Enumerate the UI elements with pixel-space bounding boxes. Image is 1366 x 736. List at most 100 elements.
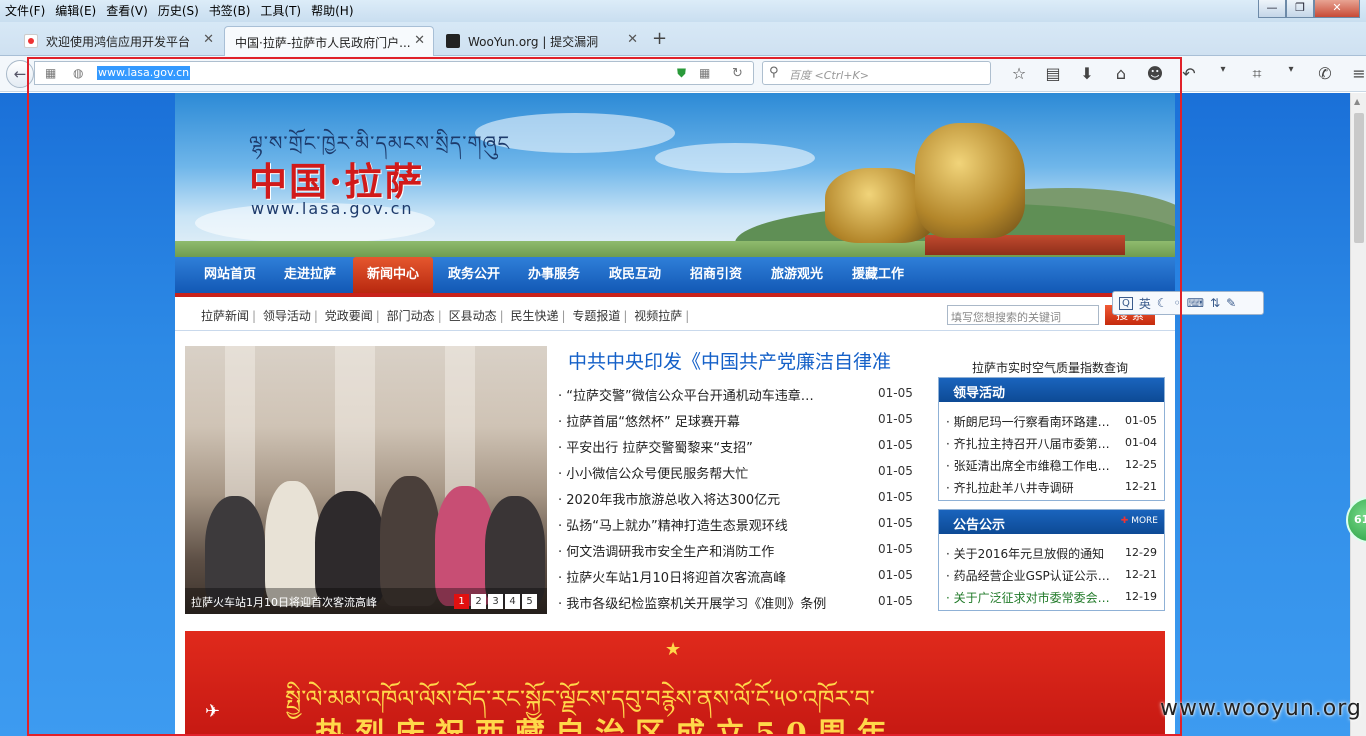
news-item[interactable]: 拉萨首届“悠然杯” 足球赛开幕01-05 bbox=[558, 407, 918, 433]
leader-item[interactable]: 齐扎拉赴羊八井寺调研12-21 bbox=[939, 474, 1164, 496]
sub-nav-links: 拉萨新闻 | 领导活动 | 党政要闻 | 部门动态 | 区县动态 | 民生快递 | 专题报道… bbox=[201, 309, 690, 323]
subnav-video[interactable]: 视频拉萨 bbox=[634, 309, 682, 323]
nav-home[interactable]: 网站首页 bbox=[195, 257, 265, 293]
speech-icon[interactable]: ✆ bbox=[1308, 64, 1342, 84]
leader-item[interactable]: 斯朗尼玛一行察看南环路建…01-05 bbox=[939, 408, 1164, 430]
tab-wooyun[interactable]: WooYun.org | 提交漏洞 ✕ bbox=[436, 26, 646, 56]
bird-icon: ✈ bbox=[205, 701, 221, 722]
search-icon: ⚲ bbox=[769, 65, 779, 80]
slider-page-2[interactable]: 2 bbox=[471, 594, 486, 609]
scrollbar-thumb[interactable] bbox=[1354, 113, 1364, 243]
subnav-party-news[interactable]: 党政要闻 bbox=[325, 309, 373, 323]
menu-history[interactable]: 历史(S) bbox=[153, 0, 204, 20]
nav-gov-affairs[interactable]: 政务公开 bbox=[439, 257, 509, 293]
nav-interaction[interactable]: 政民互动 bbox=[600, 257, 670, 293]
subnav-livelihood[interactable]: 民生快递 bbox=[510, 309, 558, 323]
qr-code-icon[interactable]: ▦ bbox=[699, 66, 710, 80]
slider-page-5[interactable]: 5 bbox=[522, 594, 537, 609]
news-photo-slider[interactable]: 拉萨火车站1月10日将迎首次客流高峰 1 2 3 4 5 bbox=[185, 346, 547, 614]
news-item[interactable]: 拉萨火车站1月10日将迎首次客流高峰01-05 bbox=[558, 563, 918, 589]
dropdown-icon[interactable]: ▾ bbox=[1274, 64, 1308, 84]
subnav-leaders[interactable]: 领导活动 bbox=[263, 309, 311, 323]
news-item[interactable]: 弘扬“马上就办”精神打造生态景观环线01-05 bbox=[558, 511, 918, 537]
ime-language-toggle[interactable]: 英 bbox=[1139, 295, 1151, 312]
bookmark-star-icon[interactable]: ☆ bbox=[1002, 64, 1036, 84]
nav-services[interactable]: 办事服务 bbox=[519, 257, 589, 293]
dropdown-icon[interactable]: ▾ bbox=[1206, 64, 1240, 84]
menu-edit[interactable]: 编辑(E) bbox=[50, 0, 101, 20]
leader-item[interactable]: 张延清出席全市维稳工作电…12-25 bbox=[939, 452, 1164, 474]
tab-hongxin[interactable]: 欢迎使用鸿信应用开发平台 ✕ bbox=[14, 26, 222, 56]
reading-list-icon[interactable]: ▤ bbox=[1036, 64, 1070, 84]
tab-lasa[interactable]: 中国·拉萨-拉萨市人民政府门户... ✕ bbox=[224, 26, 434, 56]
vertical-scrollbar[interactable]: ▲ bbox=[1350, 93, 1366, 736]
air-quality-link[interactable]: 拉萨市实时空气质量指数查询 bbox=[972, 359, 1128, 376]
site-logo-name[interactable]: 中国·拉萨 bbox=[249, 151, 424, 206]
news-item[interactable]: 2020年我市旅游总收入将达300亿元01-05 bbox=[558, 485, 918, 511]
news-item[interactable]: 小小微信公众号便民服务帮大忙01-05 bbox=[558, 459, 918, 485]
news-item[interactable]: 我市各级纪检监察机关开展学习《准则》条例01-05 bbox=[558, 589, 918, 615]
slider-page-1[interactable]: 1 bbox=[454, 594, 469, 609]
subnav-lasa-news[interactable]: 拉萨新闻 bbox=[201, 309, 249, 323]
subnav-departments[interactable]: 部门动态 bbox=[387, 309, 435, 323]
ime-toolbar[interactable]: Q 英 ☾ ◦ ⌨ ⇅ ✎ bbox=[1112, 291, 1264, 315]
notice-item[interactable]: 药品经营企业GSP认证公示…12-21 bbox=[939, 562, 1164, 584]
close-window-button[interactable]: ✕ bbox=[1314, 0, 1360, 18]
menu-tools[interactable]: 工具(T) bbox=[255, 0, 306, 20]
menu-view[interactable]: 查看(V) bbox=[101, 0, 153, 20]
tab-close-icon[interactable]: ✕ bbox=[203, 32, 214, 47]
tab-close-icon[interactable]: ✕ bbox=[627, 32, 638, 47]
anniversary-banner[interactable]: ★ ✈ སྤྱི་ལེ་མམ་འཁོལ་ལོས་བོད་རང་སྐྱོང་ལྗོ… bbox=[185, 631, 1165, 736]
main-nav: 网站首页 走进拉萨 新闻中心 政务公开 办事服务 政民互动 招商引资 旅游观光 … bbox=[175, 257, 1175, 297]
download-icon[interactable]: ⬇ bbox=[1070, 64, 1104, 84]
back-button[interactable]: ← bbox=[6, 60, 34, 88]
undo-icon[interactable]: ↶ bbox=[1172, 64, 1206, 84]
menu-help[interactable]: 帮助(H) bbox=[306, 0, 358, 20]
news-item[interactable]: 何文浩调研我市安全生产和消防工作01-05 bbox=[558, 537, 918, 563]
nav-investment[interactable]: 招商引资 bbox=[681, 257, 751, 293]
chat-icon[interactable]: ☻ bbox=[1138, 64, 1172, 84]
site-banner: ལྷ་ས་གྲོང་ཁྱེར་མི་དམངས་སྲིད་གཞུང 中国·拉萨 w… bbox=[175, 93, 1175, 257]
tab-close-icon[interactable]: ✕ bbox=[414, 33, 425, 48]
site-search-input[interactable]: 填写您想搜索的关键词 bbox=[947, 305, 1099, 325]
menu-file[interactable]: 文件(F) bbox=[0, 0, 50, 20]
tab-label: 欢迎使用鸿信应用开发平台 bbox=[46, 35, 191, 49]
notice-item[interactable]: 关于广泛征求对市委常委会…12-19 bbox=[939, 584, 1164, 606]
toolbar-icons: ☆ ▤ ⬇ ⌂ ☻ ↶ ▾ ⌗ ▾ ✆ ≡ bbox=[1002, 64, 1366, 84]
nav-news-center[interactable]: 新闻中心 bbox=[353, 257, 433, 293]
headline-link[interactable]: 中共中央印发《中国共产党廉洁自律准 bbox=[568, 347, 891, 374]
new-tab-button[interactable]: + bbox=[652, 28, 667, 49]
slider-page-3[interactable]: 3 bbox=[488, 594, 503, 609]
subnav-special[interactable]: 专题报道 bbox=[572, 309, 620, 323]
toggle-icon[interactable]: ⇅ bbox=[1210, 296, 1220, 310]
nav-tourism[interactable]: 旅游观光 bbox=[762, 257, 832, 293]
maximize-button[interactable]: ❐ bbox=[1286, 0, 1314, 18]
news-item[interactable]: 平安出行 拉萨交警蜀黎来“支招”01-05 bbox=[558, 433, 918, 459]
leader-item[interactable]: 齐扎拉主持召开八届市委第…01-04 bbox=[939, 430, 1164, 452]
news-item[interactable]: “拉萨交警”微信公众平台开通机动车违章…01-05 bbox=[558, 381, 918, 407]
url-text[interactable]: www.lasa.gov.cn bbox=[97, 66, 191, 80]
menu-bookmarks[interactable]: 书签(B) bbox=[204, 0, 256, 20]
search-bar[interactable]: ⚲ 百度 <Ctrl+K> bbox=[762, 61, 991, 85]
nav-aid-tibet[interactable]: 援藏工作 bbox=[843, 257, 913, 293]
slider-pager: 1 2 3 4 5 bbox=[454, 594, 537, 609]
nav-about-lasa[interactable]: 走进拉萨 bbox=[275, 257, 345, 293]
statue-pedestal bbox=[925, 235, 1125, 255]
wrench-icon[interactable]: ✎ bbox=[1226, 296, 1236, 310]
menu-icon[interactable]: ≡ bbox=[1342, 64, 1366, 84]
page-icon: ▦ bbox=[45, 66, 57, 80]
scroll-up-icon[interactable]: ▲ bbox=[1354, 97, 1360, 106]
shield-icon[interactable]: ⛊ bbox=[677, 66, 686, 81]
home-icon[interactable]: ⌂ bbox=[1104, 64, 1138, 84]
moon-icon[interactable]: ☾ bbox=[1157, 296, 1168, 310]
subnav-districts[interactable]: 区县动态 bbox=[449, 309, 497, 323]
minimize-button[interactable]: — bbox=[1258, 0, 1286, 18]
url-bar[interactable]: ▦ ◍ www.lasa.gov.cn ⛊ ▦ ↻ bbox=[34, 61, 754, 85]
keyboard-icon[interactable]: ⌨ bbox=[1187, 296, 1204, 310]
notice-item[interactable]: 关于2016年元旦放假的通知12-29 bbox=[939, 540, 1164, 562]
more-link[interactable]: ✚ MORE bbox=[1121, 516, 1158, 526]
crop-icon[interactable]: ⌗ bbox=[1240, 64, 1274, 84]
slider-page-4[interactable]: 4 bbox=[505, 594, 520, 609]
reload-icon[interactable]: ↻ bbox=[732, 66, 743, 81]
dot-icon[interactable]: ◦ bbox=[1174, 296, 1181, 310]
